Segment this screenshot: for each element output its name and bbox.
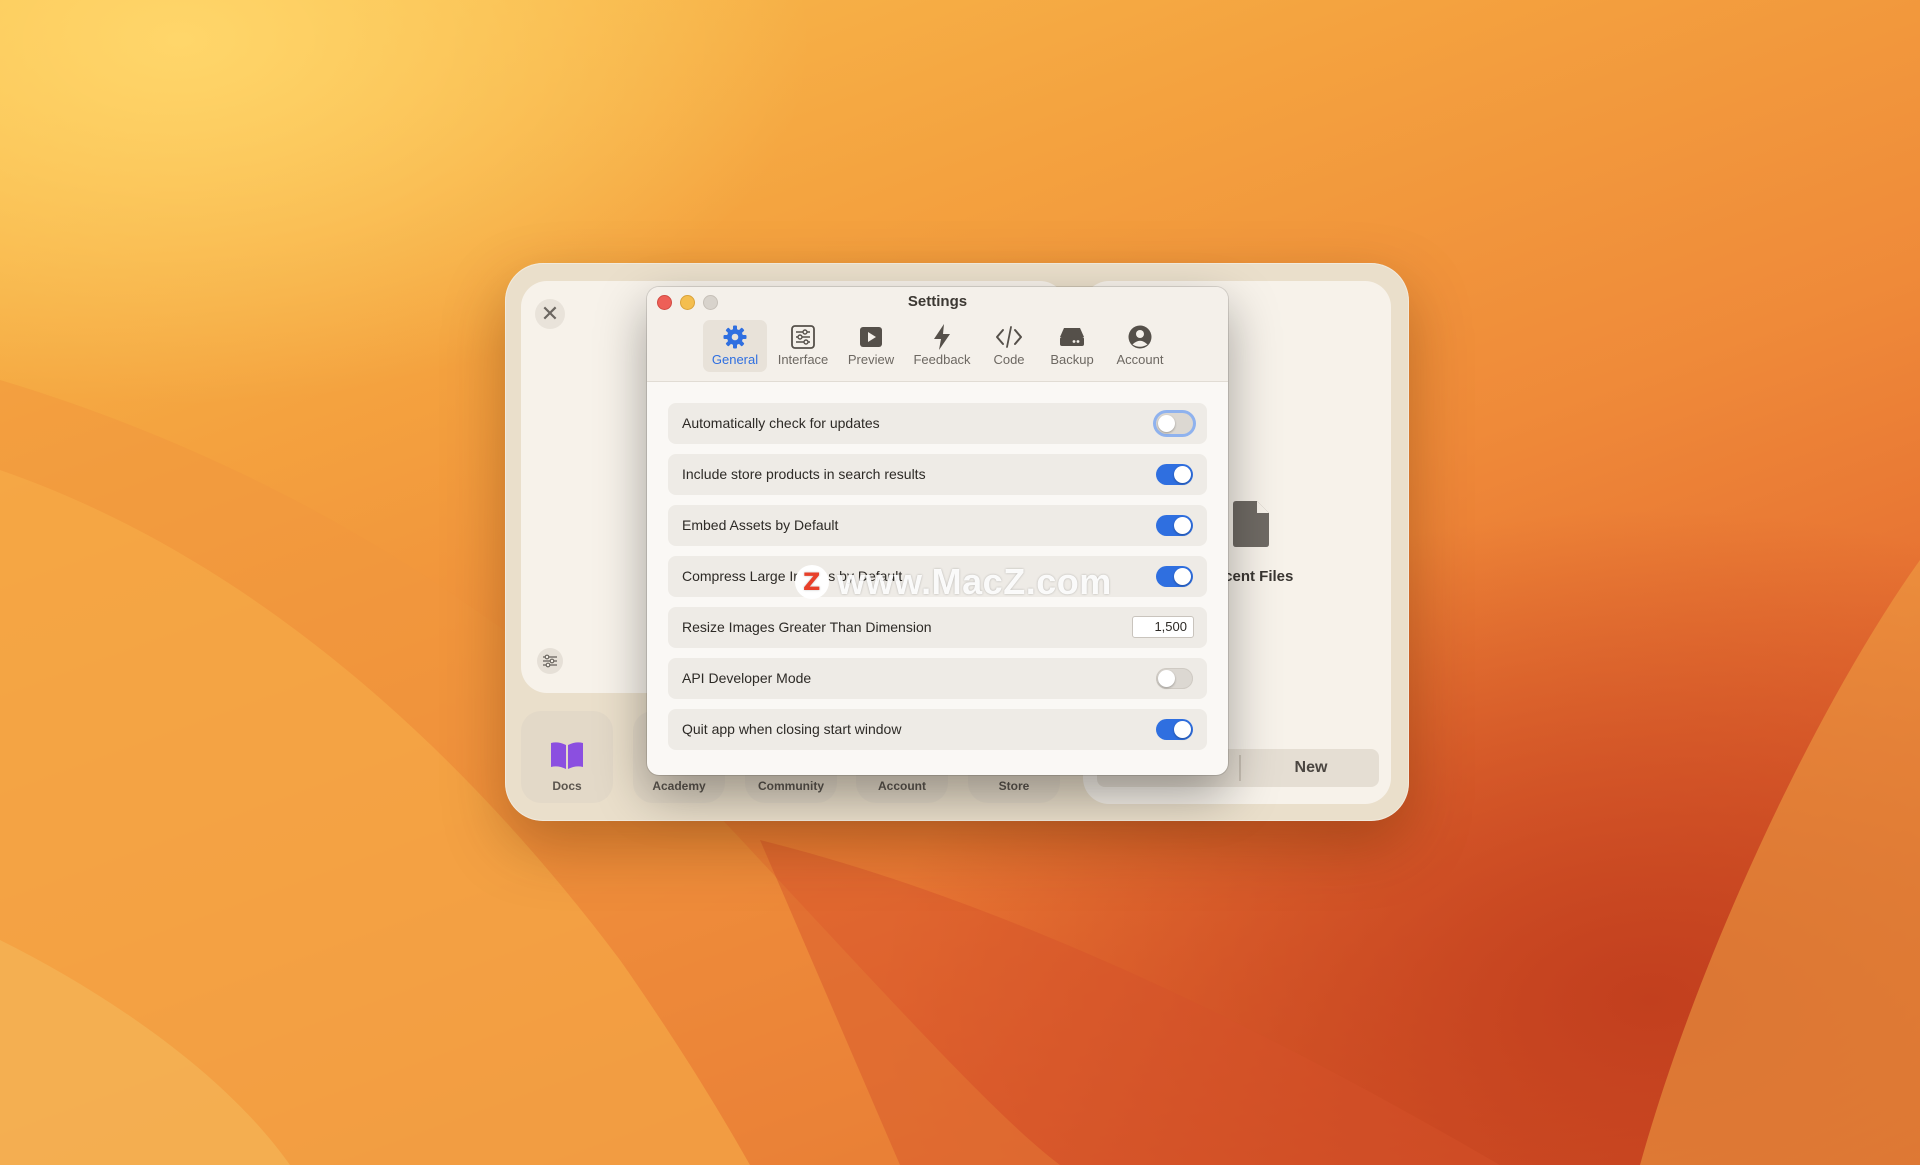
watermark: Z www.MacZ.com: [795, 560, 1112, 604]
toggle-knob: [1174, 466, 1191, 483]
resize-dimension-field[interactable]: 1,500: [1132, 616, 1194, 638]
toggle-knob: [1158, 415, 1175, 432]
quit-app-toggle[interactable]: [1156, 719, 1193, 740]
tab-label: Backup: [1050, 352, 1094, 367]
code-icon: [996, 326, 1022, 348]
embed-assets-toggle[interactable]: [1156, 515, 1193, 536]
option-label: Include store products in search results: [682, 466, 926, 482]
tab-label: Account: [1116, 352, 1164, 367]
option-embed-assets: Embed Assets by Default: [668, 505, 1207, 546]
tab-label: Preview: [847, 352, 895, 367]
tab-label: General: [711, 352, 759, 367]
document-icon: [1233, 501, 1269, 547]
tile-docs[interactable]: Docs: [521, 711, 613, 803]
toggle-knob: [1174, 721, 1191, 738]
tab-account[interactable]: Account: [1107, 320, 1173, 372]
person-circle-icon: [1128, 325, 1152, 349]
watermark-text: www.MacZ.com: [837, 561, 1112, 602]
tile-label: Store: [998, 779, 1030, 793]
tile-label: Academy: [652, 779, 706, 793]
book-icon: [551, 742, 583, 769]
option-label: Quit app when closing start window: [682, 721, 902, 737]
tile-label: Docs: [552, 779, 582, 793]
auto-update-toggle[interactable]: [1156, 413, 1193, 434]
option-label: Resize Images Greater Than Dimension: [682, 619, 932, 635]
filter-button[interactable]: [537, 648, 563, 674]
play-icon: [860, 327, 882, 347]
launcher-close-button[interactable]: ✕: [535, 299, 565, 329]
toggle-knob: [1174, 568, 1191, 585]
new-button[interactable]: New: [1243, 749, 1379, 787]
toggle-knob: [1174, 517, 1191, 534]
tab-label: Feedback: [913, 352, 971, 367]
option-auto-update: Automatically check for updates: [668, 403, 1207, 444]
option-resize-images: Resize Images Greater Than Dimension 1,5…: [668, 607, 1207, 648]
tile-label: Account: [878, 779, 926, 793]
tile-label: Community: [758, 779, 824, 793]
compress-images-toggle[interactable]: [1156, 566, 1193, 587]
option-label: API Developer Mode: [682, 670, 812, 686]
bolt-icon: [934, 324, 950, 350]
option-label: Automatically check for updates: [682, 415, 880, 431]
tab-preview[interactable]: Preview: [839, 320, 903, 372]
tab-feedback[interactable]: Feedback: [907, 320, 977, 372]
tab-label: Interface: [777, 352, 829, 367]
recent-files-label: Recent Files: [1205, 568, 1294, 585]
sliders-icon: [543, 654, 557, 668]
window-title: Settings: [907, 293, 968, 310]
divider: [1239, 755, 1241, 781]
close-icon: ✕: [540, 301, 560, 326]
store-products-toggle[interactable]: [1156, 464, 1193, 485]
option-quit-app: Quit app when closing start window: [668, 709, 1207, 750]
settings-window: Settings General Interface Preview Feedb…: [647, 287, 1228, 775]
api-developer-toggle[interactable]: [1156, 668, 1193, 689]
tab-general[interactable]: General: [703, 320, 767, 372]
tab-code[interactable]: Code: [981, 320, 1037, 372]
tab-label: Code: [993, 352, 1025, 367]
toggle-knob: [1158, 670, 1175, 687]
sliders-icon: [791, 325, 815, 349]
option-api-developer: API Developer Mode: [668, 658, 1207, 699]
titlebar: Settings General Interface Preview Feedb…: [647, 287, 1228, 382]
watermark-logo-icon: Z: [795, 565, 829, 599]
gear-icon: [723, 325, 747, 349]
drive-icon: [1060, 328, 1084, 346]
option-label: Embed Assets by Default: [682, 517, 839, 533]
tab-interface[interactable]: Interface: [771, 320, 835, 372]
tab-backup[interactable]: Backup: [1041, 320, 1103, 372]
option-store-products: Include store products in search results: [668, 454, 1207, 495]
